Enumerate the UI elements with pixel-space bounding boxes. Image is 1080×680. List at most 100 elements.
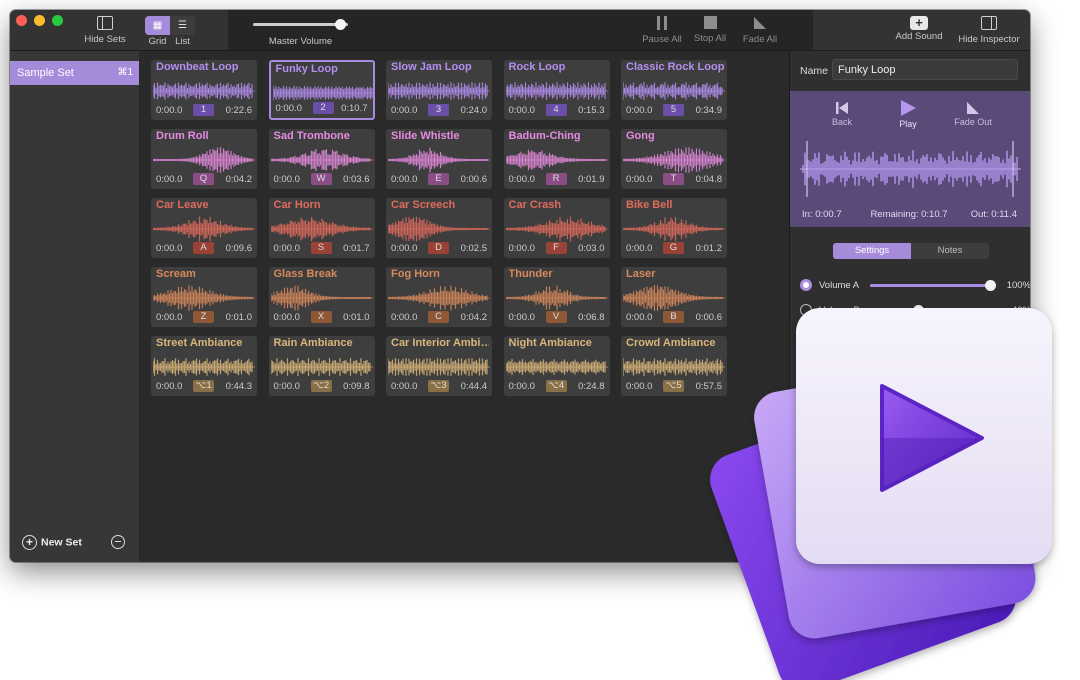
hide-inspector-label: Hide Inspector — [958, 34, 1020, 45]
add-sound-label: Add Sound — [895, 31, 943, 42]
tab-settings[interactable]: Settings — [833, 243, 911, 259]
sound-end-time: 0:22.6 — [225, 105, 252, 116]
zoom-window-button[interactable] — [52, 15, 63, 26]
stop-all-button[interactable]: Stop All — [690, 16, 730, 44]
sound-start-time: 0:00.0 — [626, 381, 653, 392]
sound-tile[interactable]: Rain Ambiance 0:00.0 ⌥2 0:09.8 — [268, 336, 375, 396]
sound-start-time: 0:00.0 — [508, 174, 535, 185]
add-sound-button[interactable]: + Add Sound — [894, 16, 944, 43]
sound-end-time: 0:04.2 — [460, 312, 487, 323]
sound-tile[interactable]: Bike Bell 0:00.0 G 0:01.2 — [621, 198, 727, 258]
sound-tile[interactable]: Street Ambiance 0:00.0 ⌥1 0:44.3 — [151, 336, 257, 396]
sound-tile[interactable]: Classic Rock Loop 0:00.0 5 0:34.9 — [621, 60, 727, 120]
sound-tile[interactable]: Sad Trombone 0:00.0 W 0:03.6 — [268, 129, 375, 189]
hotkey-badge: ⌥3 — [428, 380, 449, 392]
play-button[interactable]: Play — [890, 99, 926, 129]
hotkey-badge: 1 — [193, 104, 214, 116]
sets-sidebar: Sample Set ⌘1 + New Set — [10, 51, 139, 562]
sound-tile[interactable]: Gong 0:00.0 T 0:04.8 — [621, 129, 727, 189]
fade-out-button[interactable]: Fade Out — [950, 101, 996, 127]
back-button[interactable]: Back — [826, 101, 858, 127]
sound-name: Car Horn — [273, 199, 321, 211]
play-label: Play — [899, 119, 917, 129]
sound-name-field[interactable]: Funky Loop — [832, 59, 1018, 80]
close-window-button[interactable] — [16, 15, 27, 26]
fade-all-label: Fade All — [742, 34, 778, 45]
in-time: In: 0:00.7 — [802, 209, 842, 220]
hotkey-badge: ⌥2 — [310, 380, 332, 392]
sound-tile[interactable]: Slow Jam Loop 0:00.0 3 0:24.0 — [386, 60, 492, 120]
volume-a-knob[interactable] — [984, 280, 996, 291]
sound-end-time: 0:04.8 — [695, 174, 722, 185]
hide-inspector-button[interactable]: Hide Inspector — [954, 16, 1024, 45]
sound-tile[interactable]: Scream 0:00.0 Z 0:01.0 — [151, 267, 257, 327]
waveform — [153, 82, 255, 100]
sound-tile[interactable]: Car Crash 0:00.0 F 0:03.0 — [503, 198, 610, 258]
sound-start-time: 0:00.0 — [156, 243, 183, 254]
sound-tile[interactable]: Funky Loop 0:00.0 2 0:10.7 — [268, 60, 375, 120]
pause-icon — [657, 16, 667, 30]
hotkey-badge: B — [663, 311, 684, 323]
tab-notes[interactable]: Notes — [911, 243, 989, 259]
sound-name: Street Ambiance — [156, 337, 243, 349]
app-icon-logo — [710, 308, 1052, 680]
sound-tile[interactable]: Car Screech 0:00.0 D 0:02.5 — [386, 198, 492, 258]
hotkey-badge: X — [310, 311, 332, 323]
hotkey-badge: 4 — [545, 104, 567, 116]
add-circle-icon: + — [22, 535, 37, 550]
sound-name: Classic Rock Loop — [626, 61, 724, 73]
sound-tile[interactable]: Fog Horn 0:00.0 C 0:04.2 — [386, 267, 492, 327]
list-view-icon[interactable]: ☰ — [170, 16, 195, 35]
fade-all-button[interactable]: Fade All — [738, 16, 782, 45]
sound-end-time: 0:01.0 — [225, 312, 252, 323]
sound-tile[interactable]: Car Interior Ambi… 0:00.0 ⌥3 0:44.4 — [386, 336, 492, 396]
sound-tile[interactable]: Badum-Ching 0:00.0 R 0:01.9 — [503, 129, 610, 189]
sound-end-time: 0:44.3 — [225, 381, 252, 392]
hide-sets-label: Hide Sets — [84, 34, 126, 45]
volume-a-radio[interactable] — [800, 279, 812, 291]
sound-start-time: 0:00.0 — [273, 243, 300, 254]
master-volume-label: Master Volume — [268, 36, 333, 47]
waveform — [505, 285, 608, 311]
minus-icon — [115, 541, 121, 543]
waveform — [505, 359, 608, 375]
sound-name: Thunder — [508, 268, 553, 280]
sound-end-time: 0:03.0 — [578, 243, 605, 254]
sound-start-time: 0:00.0 — [275, 103, 302, 114]
waveform — [153, 285, 255, 311]
sound-name: Bike Bell — [626, 199, 673, 211]
sound-name: Sad Trombone — [273, 130, 350, 142]
hide-sets-button[interactable]: Hide Sets — [80, 16, 130, 45]
waveform — [388, 82, 490, 100]
sound-tile[interactable]: Glass Break 0:00.0 X 0:01.0 — [268, 267, 375, 327]
waveform-display[interactable] — [800, 137, 1021, 201]
grid-view-icon[interactable]: ▦ — [145, 16, 170, 35]
minimize-window-button[interactable] — [34, 15, 45, 26]
sound-tile[interactable]: Night Ambiance 0:00.0 ⌥4 0:24.8 — [503, 336, 610, 396]
master-volume-knob[interactable] — [334, 19, 346, 30]
sidebar-item-sample-set[interactable]: Sample Set ⌘1 — [10, 61, 139, 85]
sound-name: Drum Roll — [156, 130, 209, 142]
sound-tile[interactable]: Rock Loop 0:00.0 4 0:15.3 — [503, 60, 610, 120]
sound-start-time: 0:00.0 — [391, 174, 418, 185]
pause-all-button[interactable]: Pause All — [640, 16, 684, 45]
waveform — [623, 217, 725, 241]
sound-tile[interactable]: Car Horn 0:00.0 S 0:01.7 — [268, 198, 375, 258]
hotkey-badge: S — [310, 242, 332, 254]
sound-tile[interactable]: Slide Whistle 0:00.0 E 0:00.6 — [386, 129, 492, 189]
volume-a-slider[interactable] — [870, 280, 996, 291]
sound-start-time: 0:00.0 — [391, 381, 418, 392]
sound-tile[interactable]: Car Leave 0:00.0 A 0:09.6 — [151, 198, 257, 258]
remove-set-button[interactable] — [111, 535, 125, 549]
sound-tile[interactable]: Drum Roll 0:00.0 Q 0:04.2 — [151, 129, 257, 189]
sound-start-time: 0:00.0 — [273, 381, 300, 392]
view-mode-toggle[interactable]: ▦ ☰ — [145, 16, 195, 35]
out-time: Out: 0:11.4 — [970, 209, 1017, 220]
sound-tile[interactable]: Thunder 0:00.0 V 0:06.8 — [503, 267, 610, 327]
sound-tile[interactable]: Downbeat Loop 0:00.0 1 0:22.6 — [151, 60, 257, 120]
sound-end-time: 0:01.0 — [343, 312, 370, 323]
set-name: Sample Set — [17, 67, 74, 79]
new-set-button[interactable]: + New Set — [22, 535, 82, 550]
master-volume-slider[interactable] — [253, 19, 348, 30]
sound-start-time: 0:00.0 — [273, 174, 300, 185]
